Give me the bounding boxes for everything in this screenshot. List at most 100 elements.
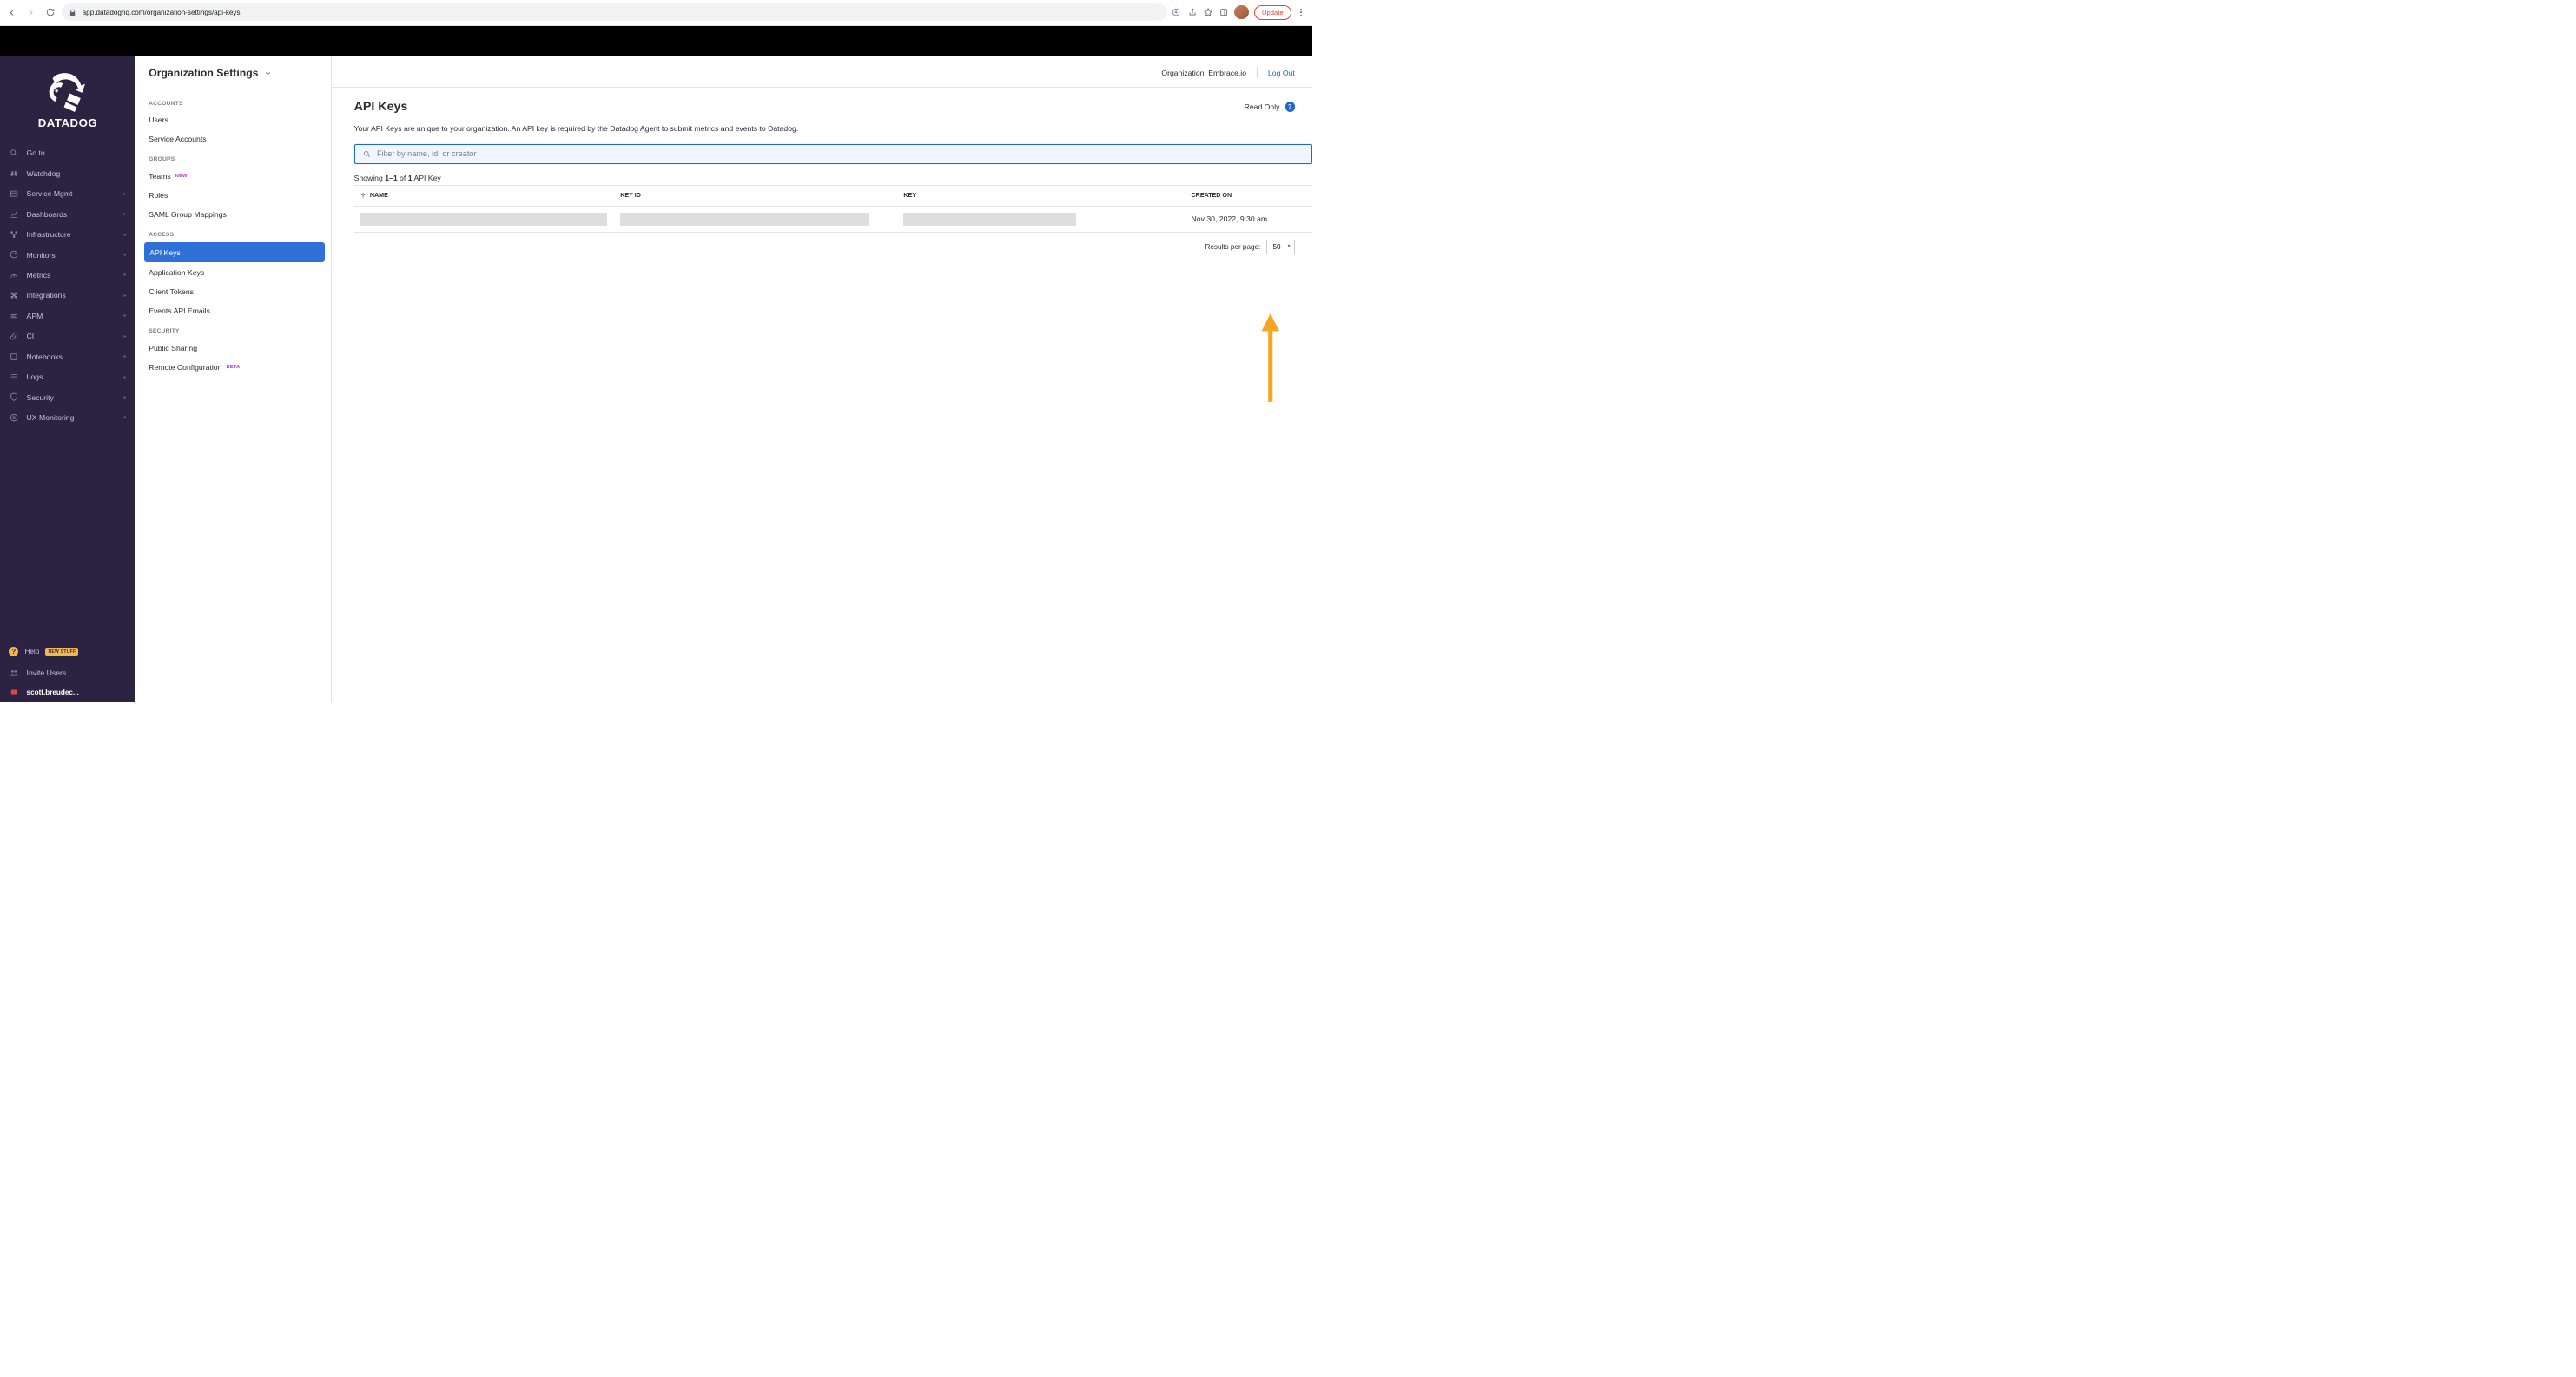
settings-title-text: Organization Settings: [149, 67, 258, 79]
search-field[interactable]: [354, 144, 1313, 164]
logout-link[interactable]: Log Out: [1268, 69, 1295, 77]
chevron-right-icon: ▸: [124, 414, 127, 420]
nav-current-user[interactable]: scott.breudec...: [0, 683, 135, 702]
gauge-icon: [9, 250, 18, 260]
badge: BETA: [227, 365, 241, 370]
results-per-page-select[interactable]: 50: [1266, 240, 1294, 254]
page-description: Your API Keys are unique to your organiz…: [354, 124, 1313, 133]
col-keyid-header[interactable]: KEY ID: [620, 192, 903, 199]
table-row[interactable]: Nov 30, 2022, 9:30 am: [354, 207, 1313, 233]
nodes-icon: [9, 230, 18, 240]
settings-item-api-keys[interactable]: API Keys: [144, 242, 325, 261]
nav-invite-label: Invite Users: [27, 669, 67, 677]
nav-item-service-mgmt[interactable]: Service Mgmt▸: [0, 184, 135, 204]
nav-item-integrations[interactable]: Integrations▸: [0, 286, 135, 306]
book-icon: [9, 352, 18, 361]
settings-item-label: Users: [149, 115, 168, 124]
nav-item-label: UX Monitoring: [27, 413, 75, 422]
settings-item-client-tokens[interactable]: Client Tokens: [135, 282, 331, 301]
nav-invite-users[interactable]: Invite Users: [0, 662, 135, 682]
users-icon: [9, 668, 18, 677]
col-created-header[interactable]: CREATED ON: [1192, 192, 1308, 199]
nav-item-go-to-[interactable]: Go to...: [0, 143, 135, 163]
redacted-key: [903, 213, 1076, 226]
main-header: Organization: Embrace.io Log Out: [332, 56, 1312, 88]
google-icon[interactable]: [1171, 7, 1181, 17]
shield-icon: [9, 392, 18, 402]
nav-item-metrics[interactable]: Metrics▸: [0, 265, 135, 285]
settings-group-title: ACCESS: [135, 224, 331, 241]
chevron-right-icon: ▸: [124, 333, 127, 339]
nav-back-button[interactable]: [3, 4, 19, 20]
profile-avatar[interactable]: [1234, 5, 1248, 19]
col-name-header[interactable]: NAME: [360, 192, 621, 199]
browser-menu-icon[interactable]: [1297, 9, 1305, 16]
new-stuff-badge: NEW STUFF: [45, 648, 78, 656]
col-key-header[interactable]: KEY: [903, 192, 1191, 199]
chevron-right-icon: ▸: [124, 211, 127, 217]
chevron-right-icon: ▸: [124, 313, 127, 319]
redacted-name: [360, 213, 607, 226]
page-title: API Keys: [354, 100, 1239, 114]
update-button[interactable]: Update: [1254, 5, 1291, 20]
nav-item-monitors[interactable]: Monitors▸: [0, 245, 135, 265]
settings-item-service-accounts[interactable]: Service Accounts: [135, 129, 331, 148]
search-input[interactable]: [377, 149, 1304, 158]
nav-item-watchdog[interactable]: Watchdog: [0, 163, 135, 183]
settings-item-label: Teams: [149, 172, 171, 181]
panel-icon[interactable]: [1219, 7, 1229, 17]
results-per-page-label: Results per page:: [1205, 243, 1260, 251]
help-icon[interactable]: ?: [1285, 102, 1295, 111]
settings-item-teams[interactable]: TeamsNEW: [135, 167, 331, 186]
datadog-logo-icon: [41, 71, 94, 115]
user-badge-icon: [9, 688, 18, 697]
api-keys-table: NAME KEY ID KEY CREATED ON Nov 30, 2022,…: [354, 185, 1313, 233]
search-icon: [363, 150, 371, 158]
nav-item-logs[interactable]: Logs▸: [0, 366, 135, 386]
share-icon[interactable]: [1186, 7, 1197, 17]
table-header: NAME KEY ID KEY CREATED ON: [354, 186, 1313, 206]
settings-item-users[interactable]: Users: [135, 110, 331, 129]
nav-item-label: Dashboards: [27, 210, 68, 219]
chevron-right-icon: ▸: [124, 252, 127, 258]
nav-item-security[interactable]: Security▸: [0, 387, 135, 407]
address-bar[interactable]: app.datadoghq.com/organization-settings/…: [62, 3, 1167, 21]
settings-item-roles[interactable]: Roles: [135, 186, 331, 205]
nav-item-dashboards[interactable]: Dashboards ▸: [0, 204, 135, 224]
nav-item-label: APM: [27, 312, 43, 320]
nav-item-label: Go to...: [27, 148, 51, 157]
browser-toolbar: app.datadoghq.com/organization-settings/…: [0, 0, 1312, 26]
nav-item-label: Logs: [27, 372, 43, 381]
nav-forward-button[interactable]: [23, 4, 38, 20]
bars-icon: [9, 311, 18, 320]
nav-help[interactable]: ? Help NEW STUFF: [0, 641, 135, 662]
settings-item-saml-group-mappings[interactable]: SAML Group Mappings: [135, 205, 331, 224]
main-content: Organization: Embrace.io Log Out API Key…: [332, 56, 1312, 702]
nav-item-apm[interactable]: APM ▸: [0, 306, 135, 326]
settings-item-application-keys[interactable]: Application Keys: [135, 263, 331, 282]
chevron-down-icon: [264, 69, 272, 77]
settings-title[interactable]: Organization Settings: [135, 56, 331, 89]
annotation-arrow: [1259, 313, 1281, 404]
settings-item-public-sharing[interactable]: Public Sharing: [135, 339, 331, 358]
chevron-right-icon: ▸: [124, 293, 127, 299]
settings-item-label: API Keys: [149, 248, 181, 257]
nav-item-label: Metrics: [27, 271, 51, 280]
top-black-band: [0, 26, 1312, 57]
nav-item-infrastructure[interactable]: Infrastructure▸: [0, 224, 135, 244]
chevron-right-icon: ▸: [124, 394, 127, 400]
showing-count: Showing 1–1 of 1 API Key: [354, 174, 1313, 182]
star-icon[interactable]: [1203, 7, 1213, 17]
nav-item-ci[interactable]: CI▸: [0, 326, 135, 346]
settings-item-events-api-emails[interactable]: Events API Emails: [135, 301, 331, 320]
ux-icon: [9, 412, 18, 422]
nav-item-notebooks[interactable]: Notebooks▸: [0, 346, 135, 366]
settings-item-label: Roles: [149, 191, 168, 200]
settings-item-remote-configuration[interactable]: Remote ConfigurationBETA: [135, 358, 331, 377]
reload-button[interactable]: [43, 4, 58, 20]
settings-item-label: Application Keys: [149, 268, 204, 277]
settings-group-title: SECURITY: [135, 320, 331, 338]
primary-nav: DATADOG Go to...WatchdogService Mgmt▸Das…: [0, 56, 135, 702]
brand-logo[interactable]: DATADOG: [0, 62, 135, 142]
nav-item-ux-monitoring[interactable]: UX Monitoring ▸: [0, 407, 135, 427]
